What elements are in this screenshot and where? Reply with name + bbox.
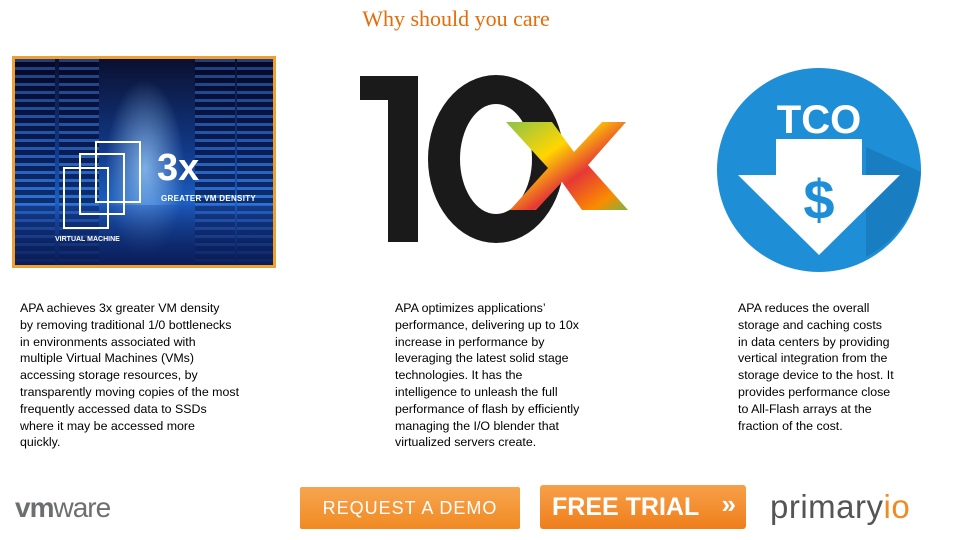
double-chevron-icon: » xyxy=(721,489,736,519)
free-trial-label: FREE TRIAL xyxy=(552,492,700,521)
vm-caption: VIRTUAL MACHINE xyxy=(55,236,120,243)
primaryio-logo: primaryio xyxy=(770,488,911,525)
description-tco: APA reduces the overall storage and cachi… xyxy=(738,301,894,433)
ten-x-logo: 10 xyxy=(356,70,628,243)
tco-label: TCO xyxy=(777,98,861,142)
request-demo-button[interactable]: REQUEST A DEMO xyxy=(300,487,520,529)
svg-text:10: 10 xyxy=(356,70,358,71)
density-label: GREATER VM DENSITY xyxy=(161,194,257,203)
dollar-icon: $ xyxy=(803,168,834,231)
page-title: Why should you care xyxy=(362,6,550,31)
tco-icon: TCO $ xyxy=(717,68,921,272)
vmware-logo: vmware xyxy=(15,492,111,523)
free-trial-button[interactable]: FREE TRIAL » xyxy=(540,485,746,529)
description-density: APA achieves 3x greater VM density by rem… xyxy=(20,301,240,450)
density-value: 3x xyxy=(157,147,200,189)
datacenter-image: 3x GREATER VM DENSITY VIRTUAL MACHINE xyxy=(12,56,276,268)
description-performance: APA optimizes applications’ performance, … xyxy=(395,301,580,450)
